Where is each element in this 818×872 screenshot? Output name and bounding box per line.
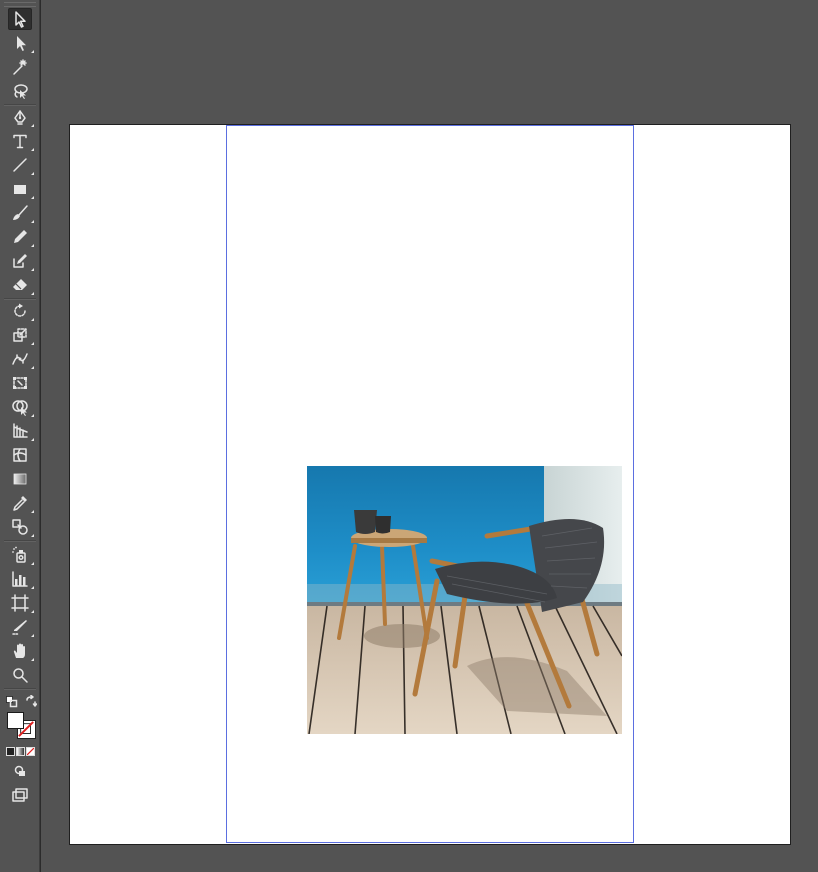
lasso-tool[interactable] [8, 80, 32, 102]
lasso-icon [14, 84, 28, 99]
outdoor-furniture-photo [307, 466, 622, 734]
eyedropper-tool[interactable] [8, 492, 34, 514]
perspective-grid-icon [13, 423, 28, 438]
magic-wand-tool[interactable] [8, 56, 32, 78]
shape-builder-icon [12, 400, 28, 416]
arrow-pointer-icon [15, 11, 26, 28]
rotate-icon [14, 303, 26, 317]
line-segment-icon [13, 158, 27, 172]
gradient-tool[interactable] [8, 468, 32, 490]
shape-builder-tool[interactable] [8, 396, 34, 418]
width-tool[interactable] [8, 348, 34, 370]
line-segment-tool[interactable] [8, 154, 34, 176]
swap-fill-stroke-icon[interactable] [25, 692, 38, 707]
placed-image[interactable] [307, 466, 622, 734]
direct-selection-tool[interactable] [8, 32, 34, 54]
mesh-tool[interactable] [8, 444, 32, 466]
column-graph-tool[interactable] [8, 568, 34, 590]
magnifier-icon [13, 668, 28, 683]
slice-tool[interactable] [8, 616, 34, 638]
draw-mode-button[interactable] [9, 762, 31, 780]
blob-brush-icon [13, 254, 27, 268]
gradient-mode-button[interactable] [16, 747, 25, 756]
perspective-grid-tool[interactable] [8, 420, 34, 442]
screen-mode-icon [12, 788, 28, 802]
mesh-icon [13, 448, 27, 462]
scale-icon [13, 328, 27, 342]
column-graph-icon [12, 571, 28, 587]
width-icon [12, 353, 28, 365]
selection-tool[interactable] [8, 8, 32, 30]
tools-panel [0, 0, 41, 872]
type-t-icon [13, 134, 27, 149]
rectangle-tool[interactable] [8, 178, 34, 200]
paintbrush-tool[interactable] [8, 202, 34, 224]
rectangle-icon [14, 185, 26, 194]
color-mode-button[interactable] [6, 747, 15, 756]
pen-tool[interactable] [8, 106, 34, 128]
free-transform-tool[interactable] [8, 372, 32, 394]
paintbrush-icon [13, 205, 28, 220]
artboard-tool[interactable] [8, 592, 34, 614]
eyedropper-icon [13, 496, 27, 511]
slice-knife-icon [12, 620, 27, 635]
none-mode-button[interactable] [26, 747, 35, 756]
pencil-tool[interactable] [8, 226, 34, 248]
panel-grip[interactable] [4, 2, 36, 7]
type-tool[interactable] [8, 130, 34, 152]
pen-nib-icon [14, 110, 26, 125]
scale-tool[interactable] [8, 324, 34, 346]
eraser-tool[interactable] [8, 274, 34, 296]
hand-icon [13, 643, 25, 658]
gradient-icon [13, 473, 27, 485]
default-fill-stroke-icon[interactable] [6, 693, 18, 708]
hand-tool[interactable] [8, 640, 34, 662]
screen-mode-button[interactable] [9, 786, 31, 804]
fill-swatch[interactable] [7, 712, 24, 729]
free-transform-icon [13, 377, 27, 389]
color-mode-buttons [6, 747, 36, 756]
magic-wand-icon [13, 59, 27, 75]
pencil-icon [14, 230, 27, 243]
rotate-tool[interactable] [8, 300, 34, 322]
zoom-tool[interactable] [8, 664, 32, 686]
eraser-icon [13, 279, 27, 290]
symbol-sprayer-tool[interactable] [8, 544, 34, 566]
artboard-icon [11, 594, 29, 612]
blend-tool[interactable] [8, 516, 34, 538]
blend-icon [12, 519, 28, 535]
draw-behind-icon [14, 765, 25, 776]
blob-brush-tool[interactable] [8, 250, 34, 272]
direct-arrow-icon [17, 36, 26, 51]
symbol-sprayer-icon [12, 546, 26, 563]
